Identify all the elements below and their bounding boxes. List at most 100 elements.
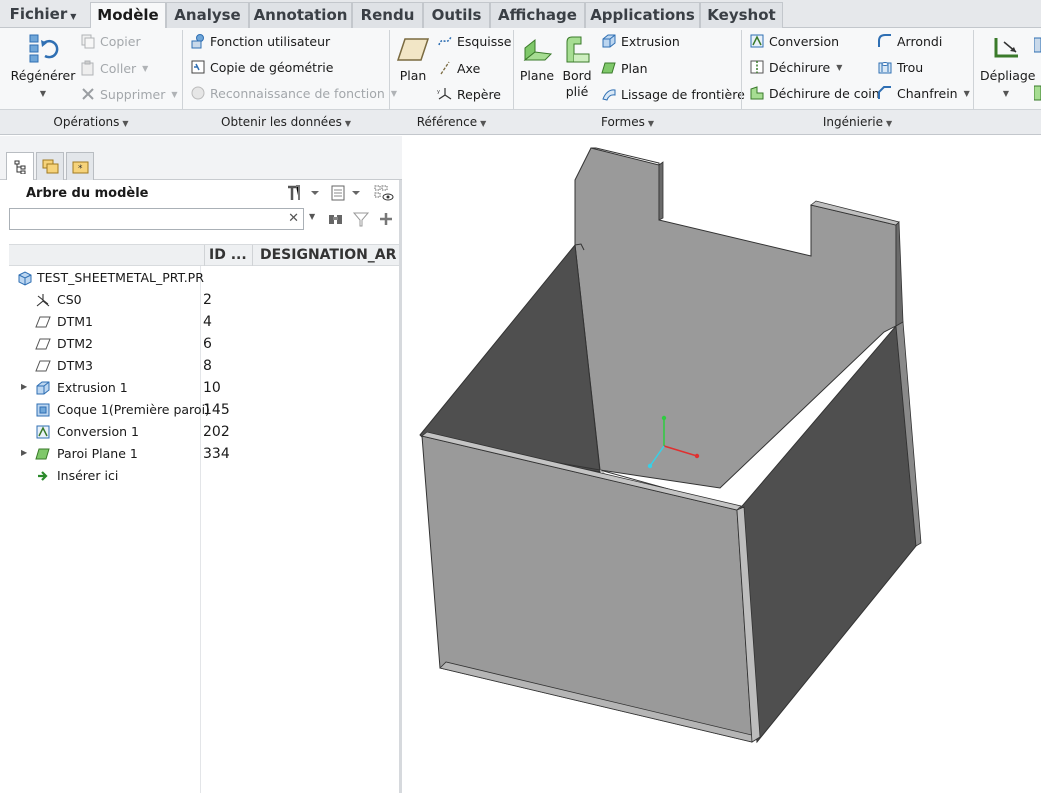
repere-button[interactable]: y Repère bbox=[437, 84, 501, 104]
conversion-button[interactable]: Conversion bbox=[749, 31, 839, 51]
filter-icon[interactable] bbox=[352, 210, 370, 228]
copier-button[interactable]: Copier bbox=[80, 31, 141, 51]
round-icon bbox=[877, 33, 893, 49]
sheetmetal-part-view[interactable] bbox=[402, 136, 1041, 793]
arrondi-button[interactable]: Arrondi bbox=[877, 31, 942, 51]
rip-icon bbox=[749, 59, 765, 75]
coller-button[interactable]: Coller ▼ bbox=[80, 58, 148, 78]
tab-keyshot[interactable]: Keyshot bbox=[700, 2, 783, 28]
tab-applications[interactable]: Applications bbox=[585, 2, 700, 28]
lissage-frontiere-button[interactable]: Lissage de frontière bbox=[601, 84, 745, 104]
tab-outils[interactable]: Outils bbox=[423, 2, 490, 28]
datum-plane-icon bbox=[35, 358, 51, 374]
flat-wall-icon bbox=[35, 446, 51, 462]
model-tree-header: Arbre du modèle bbox=[0, 180, 399, 206]
graphics-viewport[interactable] bbox=[402, 136, 1041, 793]
regenerer-button[interactable]: Régénérer ▼ bbox=[10, 32, 76, 102]
chevron-down-icon: ▼ bbox=[390, 88, 397, 98]
part-icon bbox=[17, 270, 33, 286]
chanfrein-button[interactable]: Chanfrein ▼ bbox=[877, 83, 970, 103]
plan-datum-button[interactable]: Plan bbox=[396, 36, 430, 84]
tree-search-input[interactable] bbox=[10, 209, 280, 229]
chevron-down-icon: ▼ bbox=[142, 63, 149, 73]
column-designation[interactable]: DESIGNATION_AR bbox=[252, 245, 399, 266]
shell-icon bbox=[35, 402, 51, 418]
model-tree-panel: Arbre du modèle ✕ ▼ ID ... DESIGNATION_A… bbox=[0, 180, 402, 793]
extrude-icon bbox=[35, 380, 51, 396]
axe-button[interactable]: Axe bbox=[437, 58, 480, 78]
trou-button[interactable]: Trou bbox=[877, 57, 923, 77]
tree-item[interactable]: ▶ Paroi Plane 1 334 bbox=[9, 443, 399, 465]
tab-rendu[interactable]: Rendu bbox=[352, 2, 423, 28]
copie-geometrie-button[interactable]: Copie de géométrie bbox=[190, 57, 333, 77]
expand-arrow-icon[interactable]: ▶ bbox=[21, 382, 27, 391]
find-binoculars-icon[interactable] bbox=[327, 210, 345, 228]
depliage-button[interactable]: Dépliage ▼ bbox=[980, 34, 1035, 102]
tab-modele[interactable]: Modèle bbox=[90, 2, 166, 29]
tree-item[interactable]: DTM2 6 bbox=[9, 333, 399, 355]
clear-icon[interactable]: ✕ bbox=[288, 211, 299, 226]
group-obtenir-donnees[interactable]: Obtenir les données ▼ bbox=[183, 110, 389, 135]
fonction-utilisateur-button[interactable]: Fonction utilisateur bbox=[190, 31, 330, 51]
esquisse-button[interactable]: Esquisse bbox=[437, 31, 511, 51]
datum-plane-icon bbox=[35, 314, 51, 330]
tab-favorites[interactable]: * bbox=[66, 152, 94, 180]
chevron-down-icon: ▼ bbox=[836, 62, 843, 72]
tab-analyse[interactable]: Analyse bbox=[166, 2, 249, 28]
planar-wall-icon bbox=[601, 60, 617, 76]
dechirure-coin-button[interactable]: Déchirure de coin bbox=[749, 83, 880, 103]
copy-icon bbox=[80, 33, 96, 49]
group-formes[interactable]: Formes ▼ bbox=[514, 110, 741, 135]
tree-item[interactable]: Conversion 1 202 bbox=[9, 421, 399, 443]
regenerate-icon bbox=[27, 32, 59, 64]
feature-recognition-icon bbox=[190, 85, 206, 101]
search-options-dropdown[interactable]: ▼ bbox=[309, 212, 315, 230]
tree-item[interactable]: DTM1 4 bbox=[9, 311, 399, 333]
user-feature-icon bbox=[190, 33, 206, 49]
add-column-icon[interactable] bbox=[378, 210, 394, 228]
menu-bar: Fichier ▼ Modèle Analyse Annotation Rendu… bbox=[0, 0, 1041, 29]
chevron-down-icon: ▼ bbox=[122, 119, 129, 128]
expand-arrow-icon[interactable]: ▶ bbox=[21, 448, 27, 457]
tree-item-insert-here[interactable]: Insérer ici bbox=[9, 465, 399, 487]
plan-wall-button[interactable]: Plan bbox=[601, 58, 648, 78]
reconnaissance-fonction-button[interactable]: Reconnaissance de fonction ▼ bbox=[190, 83, 397, 103]
copy-geometry-icon bbox=[190, 59, 206, 75]
tab-fichier[interactable]: Fichier ▼ bbox=[6, 2, 80, 28]
tab-folder-browser[interactable] bbox=[36, 152, 64, 180]
tree-item[interactable]: ▶ Extrusion 1 10 bbox=[9, 377, 399, 399]
sketch-icon bbox=[437, 33, 453, 49]
tree-item[interactable]: CS0 2 bbox=[9, 289, 399, 311]
more-tools-icon[interactable] bbox=[1033, 36, 1041, 106]
tab-affichage[interactable]: Affichage bbox=[490, 2, 585, 28]
bord-plie-button[interactable]: Bord plié bbox=[558, 34, 596, 100]
tree-search-field[interactable]: ✕ bbox=[9, 208, 304, 230]
supprimer-button[interactable]: Supprimer ▼ bbox=[80, 84, 178, 104]
hole-icon bbox=[877, 59, 893, 75]
chevron-down-icon: ▼ bbox=[885, 119, 893, 128]
delete-icon bbox=[80, 86, 96, 102]
group-reference[interactable]: Référence ▼ bbox=[390, 110, 513, 135]
tree-item[interactable]: Coque 1(Première paroi) 145 bbox=[9, 399, 399, 421]
chevron-down-icon: ▼ bbox=[647, 119, 655, 128]
tree-show-icon[interactable] bbox=[330, 184, 364, 202]
coordinate-system-icon bbox=[35, 292, 51, 308]
paroi-plane-button[interactable]: Plane bbox=[518, 34, 556, 84]
tree-settings-icon[interactable] bbox=[285, 184, 319, 202]
dechirure-button[interactable]: Déchirure ▼ bbox=[749, 57, 842, 77]
column-id[interactable]: ID ... bbox=[204, 245, 252, 266]
model-tree-icon bbox=[14, 160, 28, 177]
model-tree-title: Arbre du modèle bbox=[26, 186, 149, 201]
group-operations[interactable]: Opérations ▼ bbox=[0, 110, 182, 135]
tab-model-tree[interactable] bbox=[6, 152, 34, 181]
corner-relief-icon bbox=[749, 85, 765, 101]
group-ingenierie[interactable]: Ingénierie ▼ bbox=[742, 110, 973, 135]
tree-filter-visibility-icon[interactable] bbox=[374, 184, 396, 202]
tree-item[interactable]: DTM3 8 bbox=[9, 355, 399, 377]
coordinate-system-icon: y bbox=[437, 86, 453, 102]
extrusion-button[interactable]: Extrusion bbox=[601, 31, 680, 51]
tree-root[interactable]: TEST_SHEETMETAL_PRT.PR bbox=[9, 267, 399, 289]
chamfer-icon bbox=[877, 85, 893, 101]
svg-text:y: y bbox=[437, 89, 440, 95]
tab-annotation[interactable]: Annotation bbox=[249, 2, 352, 28]
